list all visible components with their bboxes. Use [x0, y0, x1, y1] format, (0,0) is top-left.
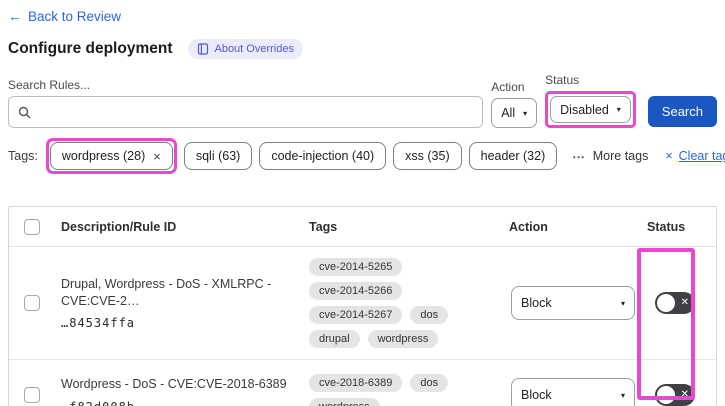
column-header-description: Description/Rule ID [61, 219, 177, 234]
status-label: Status [545, 73, 580, 87]
status-dropdown[interactable]: Disabled ▾ [550, 96, 631, 123]
title-row: Configure deployment About Overrides [8, 39, 717, 59]
back-arrow-icon: ← [8, 8, 22, 24]
tags-label: Tags: [8, 149, 38, 163]
column-header-tags: Tags [309, 219, 338, 234]
tags-bar: Tags: wordpress (28) × sqli (63) code-inj… [8, 138, 725, 174]
action-dropdown-value: All [501, 106, 516, 120]
tag-filter-wordpress[interactable]: wordpress (28) × [49, 142, 173, 170]
status-toggle[interactable]: ✕ [655, 384, 695, 406]
rule-tag-chip: drupal [309, 330, 360, 348]
rule-tag-chip: cve-2014-5267 [309, 306, 403, 324]
status-highlight-box: Disabled ▾ [545, 91, 636, 128]
remove-tag-icon[interactable]: × [153, 149, 161, 164]
back-to-review-link[interactable]: ← Back to Review [8, 8, 121, 24]
search-rules-label: Search Rules... [8, 78, 91, 92]
rule-tag-chip: cve-2014-5266 [309, 282, 403, 300]
action-select[interactable]: Block ▾ [511, 378, 635, 406]
action-select[interactable]: Block ▾ [511, 286, 635, 320]
column-header-status: Status [647, 219, 686, 234]
clear-tags-x-icon: × [665, 149, 673, 163]
status-toggle[interactable]: ✕ [655, 292, 695, 314]
toggle-knob [657, 386, 675, 404]
action-label: Action [491, 80, 525, 94]
rule-description: Wordpress - DoS - CVE:CVE-2018-6389 [61, 377, 287, 392]
page-title: Configure deployment [8, 40, 173, 57]
action-dropdown[interactable]: All ▾ [491, 98, 538, 128]
status-dropdown-value: Disabled [560, 102, 609, 117]
tag-filter-xss[interactable]: xss (35) [393, 142, 462, 170]
table-row: Wordpress - DoS - CVE:CVE-2018-6389 …f82d… [9, 360, 716, 406]
rule-tag-chip: cve-2014-5265 [309, 258, 403, 276]
other-tag-filters: sqli (63) code-injection (40) xss (35) head… [183, 142, 558, 170]
select-all-checkbox[interactable] [24, 218, 40, 235]
search-icon [18, 106, 31, 118]
chevron-down-icon: ▾ [620, 298, 625, 308]
tag-filter-code-injection[interactable]: code-injection (40) [259, 142, 387, 170]
rule-tag-chip: dos [410, 306, 449, 324]
search-rules-box[interactable] [8, 96, 484, 128]
rule-tag-chip: cve-2018-6389 [309, 374, 403, 392]
chevron-down-icon: ▾ [616, 105, 621, 114]
table-row: Drupal, Wordpress - DoS - XMLRPC - CVE:C… [9, 247, 716, 360]
tag-filter-label: wordpress (28) [61, 149, 146, 163]
more-tags-button[interactable]: ⋯ More tags [572, 149, 648, 164]
configure-deployment-page: ← Back to Review Configure deployment Ab… [0, 0, 725, 406]
table-body: Drupal, Wordpress - DoS - XMLRPC - CVE:C… [9, 247, 716, 406]
toggle-off-x-icon: ✕ [680, 389, 689, 400]
clear-tags-link[interactable]: × Clear tags [665, 149, 725, 163]
toggle-off-x-icon: ✕ [680, 297, 689, 308]
tag-filter-header[interactable]: header (32) [468, 142, 558, 170]
rule-tag-chip: dos [410, 374, 449, 392]
column-header-action: Action [509, 219, 548, 234]
row-checkbox[interactable] [24, 387, 40, 403]
back-link-label: Back to Review [28, 8, 122, 24]
chevron-down-icon: ▾ [620, 390, 625, 400]
about-overrides-badge[interactable]: About Overrides [188, 39, 303, 59]
action-select-value: Block [521, 296, 552, 310]
clear-tags-label: Clear tags [678, 149, 725, 163]
action-select-value: Block [521, 388, 552, 402]
about-overrides-label: About Overrides [214, 43, 294, 55]
tag-filter-sqli[interactable]: sqli (63) [183, 142, 253, 170]
rule-id: …f82d008b [61, 400, 303, 406]
rule-tag-chip: wordpress [309, 398, 380, 406]
rule-tag-chip: wordpress [367, 330, 439, 348]
more-tags-label: More tags [592, 149, 649, 163]
row-checkbox[interactable] [24, 295, 40, 311]
search-button[interactable]: Search [647, 96, 717, 127]
search-input[interactable] [38, 104, 474, 120]
selected-tag-highlight-box: wordpress (28) × [45, 138, 177, 174]
table-header-row: Description/Rule ID Tags Action Status [9, 207, 716, 247]
rules-table: Description/Rule ID Tags Action Status D… [8, 206, 717, 406]
filter-controls: Search Rules... Action All ▾ Status Disa… [8, 73, 717, 128]
rule-id: …84534ffa [61, 315, 136, 330]
book-icon [198, 43, 209, 55]
toggle-knob [657, 294, 675, 312]
rule-description: Drupal, Wordpress - DoS - XMLRPC - CVE:C… [61, 277, 272, 308]
ellipsis-icon: ⋯ [572, 149, 586, 164]
chevron-down-icon: ▾ [523, 108, 528, 118]
